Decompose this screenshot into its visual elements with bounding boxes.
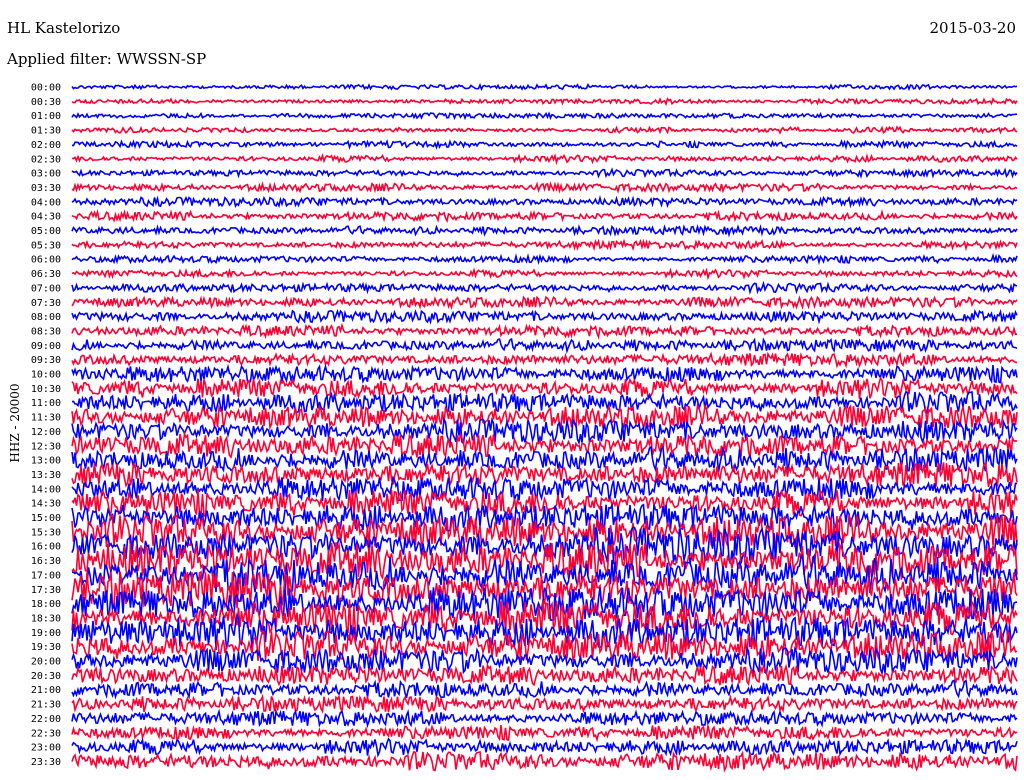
time-tick-label: 19:00 <box>31 628 61 639</box>
time-tick-label: 00:00 <box>31 83 61 94</box>
trace-row <box>71 708 1018 729</box>
time-tick-label: 21:30 <box>31 700 61 711</box>
trace-row <box>71 194 1018 209</box>
time-tick-label: 16:00 <box>31 542 61 553</box>
time-tick-label: 05:00 <box>31 226 61 237</box>
time-tick-label: 22:00 <box>31 714 61 725</box>
time-tick-label: 15:30 <box>31 527 61 538</box>
trace-row <box>71 280 1018 295</box>
trace-row <box>71 223 1018 238</box>
trace-row <box>71 252 1018 266</box>
trace-row <box>71 750 1018 773</box>
trace-row <box>71 138 1018 151</box>
time-tick-label: 09:30 <box>31 355 61 366</box>
time-tick-label: 02:00 <box>31 140 61 151</box>
time-tick-label: 03:30 <box>31 183 61 194</box>
time-tick-label: 20:30 <box>31 671 61 682</box>
trace-row <box>71 308 1018 325</box>
time-tick-label: 16:30 <box>31 556 61 567</box>
time-tick-label: 06:00 <box>31 255 61 266</box>
trace-row <box>71 403 1018 431</box>
trace-row <box>71 363 1018 385</box>
time-tick-label: 15:00 <box>31 513 61 524</box>
time-tick-label: 03:00 <box>31 169 61 180</box>
time-tick-label: 22:30 <box>31 728 61 739</box>
time-tick-label: 08:00 <box>31 312 61 323</box>
time-tick-label: 08:30 <box>31 326 61 337</box>
time-tick-label: 23:30 <box>31 757 61 768</box>
time-tick-label: 10:00 <box>31 370 61 381</box>
time-tick-label: 13:30 <box>31 470 61 481</box>
time-tick-label: 01:00 <box>31 111 61 122</box>
trace-row <box>71 125 1018 135</box>
time-tick-label: 11:30 <box>31 413 61 424</box>
time-tick-label: 02:30 <box>31 154 61 165</box>
trace-row <box>71 267 1018 281</box>
trace-row <box>71 295 1018 311</box>
time-tick-label: 04:30 <box>31 212 61 223</box>
time-tick-label: 00:30 <box>31 97 61 108</box>
trace-row <box>71 96 1018 107</box>
time-tick-label: 04:00 <box>31 197 61 208</box>
trace-row <box>71 724 1018 743</box>
time-tick-label: 14:30 <box>31 499 61 510</box>
time-tick-label: 09:00 <box>31 341 61 352</box>
trace-row <box>71 679 1018 700</box>
trace-row <box>71 693 1018 715</box>
time-tick-label: 12:30 <box>31 441 61 452</box>
time-tick-label: 19:30 <box>31 642 61 653</box>
trace-row <box>71 390 1018 415</box>
time-tick-label: 17:00 <box>31 570 61 581</box>
helicorder-plot: 00:00 00:30 01:00 01:30 02:00 02:30 03:00 03:30… <box>31 82 1018 773</box>
trace-row <box>71 645 1018 677</box>
trace-row <box>71 337 1018 355</box>
trace-row <box>71 181 1018 194</box>
trace-row <box>71 111 1018 121</box>
trace-row <box>71 208 1018 224</box>
time-tick-label: 07:00 <box>31 283 61 294</box>
time-tick-label: 06:30 <box>31 269 61 280</box>
trace-row <box>71 461 1018 488</box>
trace-row <box>71 167 1018 179</box>
trace-row <box>71 322 1017 340</box>
time-tick-label: 23:00 <box>31 743 61 754</box>
time-tick-label: 12:00 <box>31 427 61 438</box>
trace-row <box>71 82 1018 92</box>
time-tick-label: 17:30 <box>31 585 61 596</box>
trace-row <box>71 238 1018 252</box>
time-tick-label: 14:00 <box>31 484 61 495</box>
time-tick-label: 11:00 <box>31 398 61 409</box>
time-tick-label: 13:00 <box>31 456 61 467</box>
time-tick-label: 20:00 <box>31 657 61 668</box>
time-tick-label: 18:30 <box>31 613 61 624</box>
trace-row <box>71 351 1018 369</box>
time-tick-label: 10:30 <box>31 384 61 395</box>
time-tick-label: 21:00 <box>31 685 61 696</box>
time-tick-label: 18:00 <box>31 599 61 610</box>
time-tick-label: 07:30 <box>31 298 61 309</box>
time-tick-label: 05:30 <box>31 240 61 251</box>
trace-row <box>71 153 1018 166</box>
trace-row <box>71 737 1018 758</box>
time-tick-label: 01:30 <box>31 126 61 137</box>
